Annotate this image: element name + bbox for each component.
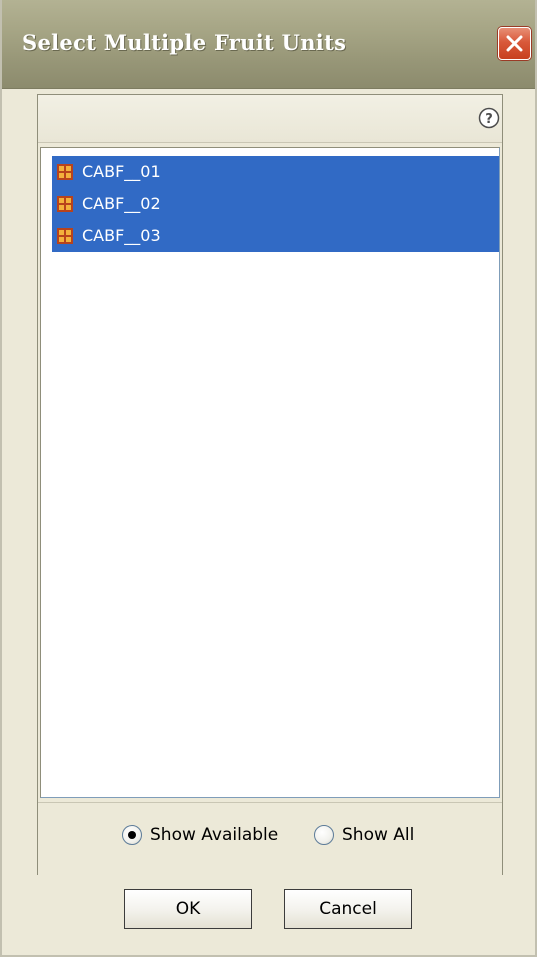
close-button[interactable] xyxy=(498,27,531,60)
show-all-label: Show All xyxy=(342,825,415,845)
panel-header: ? xyxy=(38,95,502,143)
fruit-unit-icon xyxy=(57,196,73,212)
list-item-label: CABF__02 xyxy=(82,194,161,213)
selection-panel: ? CABF__01 CABF__02 CABF__03 Show Availa… xyxy=(37,94,503,875)
show-available-radio[interactable]: Show Available xyxy=(122,823,302,849)
radio-dot xyxy=(128,831,136,839)
filter-bar: Show Available Show All xyxy=(38,802,502,875)
list-item-label: CABF__03 xyxy=(82,226,161,245)
ok-button[interactable]: OK xyxy=(124,889,252,929)
list-item[interactable]: CABF__01 xyxy=(52,156,499,188)
show-available-label: Show Available xyxy=(150,825,279,845)
list-item-label: CABF__01 xyxy=(82,162,161,181)
radio-button[interactable] xyxy=(314,825,334,845)
window-title: Select Multiple Fruit Units xyxy=(22,30,347,55)
fruit-unit-list[interactable]: CABF__01 CABF__02 CABF__03 xyxy=(40,147,500,798)
radio-button-selected[interactable] xyxy=(122,825,142,845)
svg-text:?: ? xyxy=(485,112,493,127)
fruit-unit-icon xyxy=(57,164,73,180)
help-icon[interactable]: ? xyxy=(478,107,500,129)
dialog-window: Select Multiple Fruit Units ? CABF__01 C… xyxy=(0,0,537,957)
show-all-radio[interactable]: Show All xyxy=(314,823,434,849)
list-item[interactable]: CABF__03 xyxy=(52,220,499,252)
cancel-button[interactable]: Cancel xyxy=(284,889,412,929)
list-item[interactable]: CABF__02 xyxy=(52,188,499,220)
title-bar[interactable]: Select Multiple Fruit Units xyxy=(2,0,535,89)
close-icon xyxy=(506,35,523,52)
fruit-unit-icon xyxy=(57,228,73,244)
